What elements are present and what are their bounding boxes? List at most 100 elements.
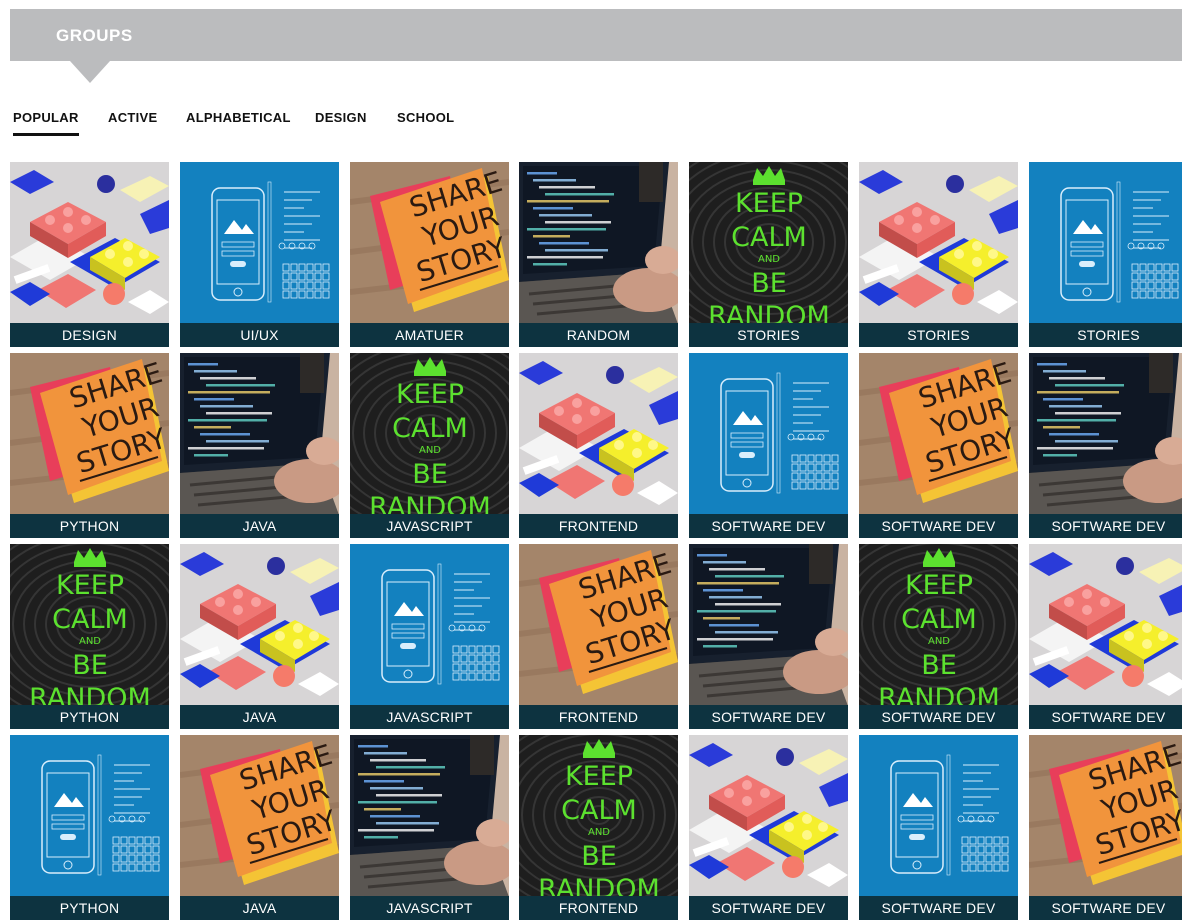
group-label: SOFTWARE DEV [859, 514, 1018, 538]
phone-wireframe-thumbnail [859, 735, 1018, 897]
laptop-code-thumbnail [689, 544, 848, 706]
phone-wireframe-thumbnail [1029, 162, 1182, 324]
sticky-note-thumbnail: SHARE YOUR STORY [519, 544, 678, 706]
tab-school[interactable]: SCHOOL [397, 110, 454, 133]
header-pointer [70, 61, 110, 83]
isometric-blocks-thumbnail [519, 353, 678, 515]
keep-calm-thumbnail: KEEP CALM AND BE RANDOM [350, 353, 509, 515]
svg-text:BE: BE [412, 459, 448, 490]
svg-text:RANDOM: RANDOM [878, 683, 1000, 706]
group-tile[interactable]: JAVASCRIPT [350, 544, 509, 729]
svg-text:RANDOM: RANDOM [708, 301, 830, 324]
group-tile[interactable]: STORIES [859, 162, 1018, 347]
isometric-blocks-thumbnail [180, 544, 339, 706]
sticky-note-thumbnail: SHARE YOUR STORY [180, 735, 339, 897]
keep-calm-thumbnail: KEEP CALM AND BE RANDOM [689, 162, 848, 324]
svg-text:BE: BE [751, 268, 787, 299]
group-tile[interactable]: SHARE YOUR STORY AMATUER [350, 162, 509, 347]
group-label: UI/UX [180, 323, 339, 347]
isometric-blocks-thumbnail [689, 735, 848, 897]
laptop-code-thumbnail [180, 353, 339, 515]
group-tile[interactable]: SOFTWARE DEV [689, 544, 848, 729]
group-tile[interactable]: KEEP CALM AND BE RANDOM SOFTWARE DEV [859, 544, 1018, 729]
group-tile[interactable]: SOFTWARE DEV [1029, 544, 1182, 729]
group-tile[interactable]: SHARE YOUR STORY PYTHON [10, 353, 169, 538]
svg-text:AND: AND [928, 636, 950, 647]
group-tile[interactable]: JAVA [180, 544, 339, 729]
svg-text:KEEP: KEEP [735, 188, 803, 219]
group-label: SOFTWARE DEV [859, 896, 1018, 920]
group-tile[interactable]: SOFTWARE DEV [689, 735, 848, 920]
svg-text:CALM: CALM [561, 795, 637, 826]
group-tile[interactable]: KEEP CALM AND BE RANDOM JAVASCRIPT [350, 353, 509, 538]
group-label: FRONTEND [519, 705, 678, 729]
group-label: STORIES [1029, 323, 1182, 347]
group-label: AMATUER [350, 323, 509, 347]
tab-active[interactable]: ACTIVE [108, 110, 157, 133]
group-label: SOFTWARE DEV [1029, 514, 1182, 538]
group-label: JAVA [180, 896, 339, 920]
group-tile[interactable]: KEEP CALM AND BE RANDOM STORIES [689, 162, 848, 347]
group-label: JAVASCRIPT [350, 514, 509, 538]
group-label: FRONTEND [519, 514, 678, 538]
tab-alphabetical[interactable]: ALPHABETICAL [186, 110, 291, 133]
group-tile[interactable]: SHARE YOUR STORY JAVA [180, 735, 339, 920]
svg-text:AND: AND [419, 445, 441, 456]
laptop-code-thumbnail [1029, 353, 1182, 515]
sticky-note-thumbnail: SHARE YOUR STORY [350, 162, 509, 324]
svg-text:KEEP: KEEP [56, 570, 124, 601]
group-label: RANDOM [519, 323, 678, 347]
group-label: JAVASCRIPT [350, 705, 509, 729]
svg-text:RANDOM: RANDOM [29, 683, 151, 706]
svg-text:RANDOM: RANDOM [369, 492, 491, 515]
group-tile[interactable]: SHARE YOUR STORY SOFTWARE DEV [1029, 735, 1182, 920]
tab-popular[interactable]: POPULAR [13, 110, 79, 136]
svg-text:BE: BE [921, 650, 957, 681]
svg-text:CALM: CALM [731, 222, 807, 253]
tab-design[interactable]: DESIGN [315, 110, 367, 133]
group-tile[interactable]: SHARE YOUR STORY SOFTWARE DEV [859, 353, 1018, 538]
phone-wireframe-thumbnail [689, 353, 848, 515]
header-bar: GROUPS [10, 9, 1182, 61]
svg-text:CALM: CALM [392, 413, 468, 444]
group-tile[interactable]: SOFTWARE DEV [859, 735, 1018, 920]
group-tile[interactable]: KEEP CALM AND BE RANDOM PYTHON [10, 544, 169, 729]
keep-calm-thumbnail: KEEP CALM AND BE RANDOM [10, 544, 169, 706]
svg-text:CALM: CALM [901, 604, 977, 635]
svg-text:BE: BE [72, 650, 108, 681]
isometric-blocks-thumbnail [1029, 544, 1182, 706]
group-tile[interactable]: PYTHON [10, 735, 169, 920]
keep-calm-thumbnail: KEEP CALM AND BE RANDOM [519, 735, 678, 897]
group-tile[interactable]: UI/UX [180, 162, 339, 347]
isometric-blocks-thumbnail [859, 162, 1018, 324]
group-label: STORIES [859, 323, 1018, 347]
group-label: FRONTEND [519, 896, 678, 920]
svg-text:KEEP: KEEP [905, 570, 973, 601]
group-tile[interactable]: STORIES [1029, 162, 1182, 347]
svg-text:RANDOM: RANDOM [538, 874, 660, 897]
group-tile[interactable]: KEEP CALM AND BE RANDOM FRONTEND [519, 735, 678, 920]
laptop-code-thumbnail [519, 162, 678, 324]
svg-text:AND: AND [588, 827, 610, 838]
group-label: PYTHON [10, 896, 169, 920]
group-tile[interactable]: SOFTWARE DEV [689, 353, 848, 538]
group-tile[interactable]: JAVASCRIPT [350, 735, 509, 920]
phone-wireframe-thumbnail [10, 735, 169, 897]
svg-text:AND: AND [79, 636, 101, 647]
group-tile[interactable]: SHARE YOUR STORY FRONTEND [519, 544, 678, 729]
sticky-note-thumbnail: SHARE YOUR STORY [10, 353, 169, 515]
group-tile[interactable]: FRONTEND [519, 353, 678, 538]
sticky-note-thumbnail: SHARE YOUR STORY [1029, 735, 1182, 897]
group-label: PYTHON [10, 514, 169, 538]
group-label: SOFTWARE DEV [859, 705, 1018, 729]
group-tile[interactable]: DESIGN [10, 162, 169, 347]
group-label: JAVA [180, 514, 339, 538]
svg-text:AND: AND [758, 254, 780, 265]
group-tile[interactable]: SOFTWARE DEV [1029, 353, 1182, 538]
group-label: SOFTWARE DEV [689, 514, 848, 538]
svg-text:KEEP: KEEP [396, 379, 464, 410]
group-label: SOFTWARE DEV [689, 705, 848, 729]
group-tile[interactable]: JAVA [180, 353, 339, 538]
group-label: SOFTWARE DEV [689, 896, 848, 920]
group-tile[interactable]: RANDOM [519, 162, 678, 347]
